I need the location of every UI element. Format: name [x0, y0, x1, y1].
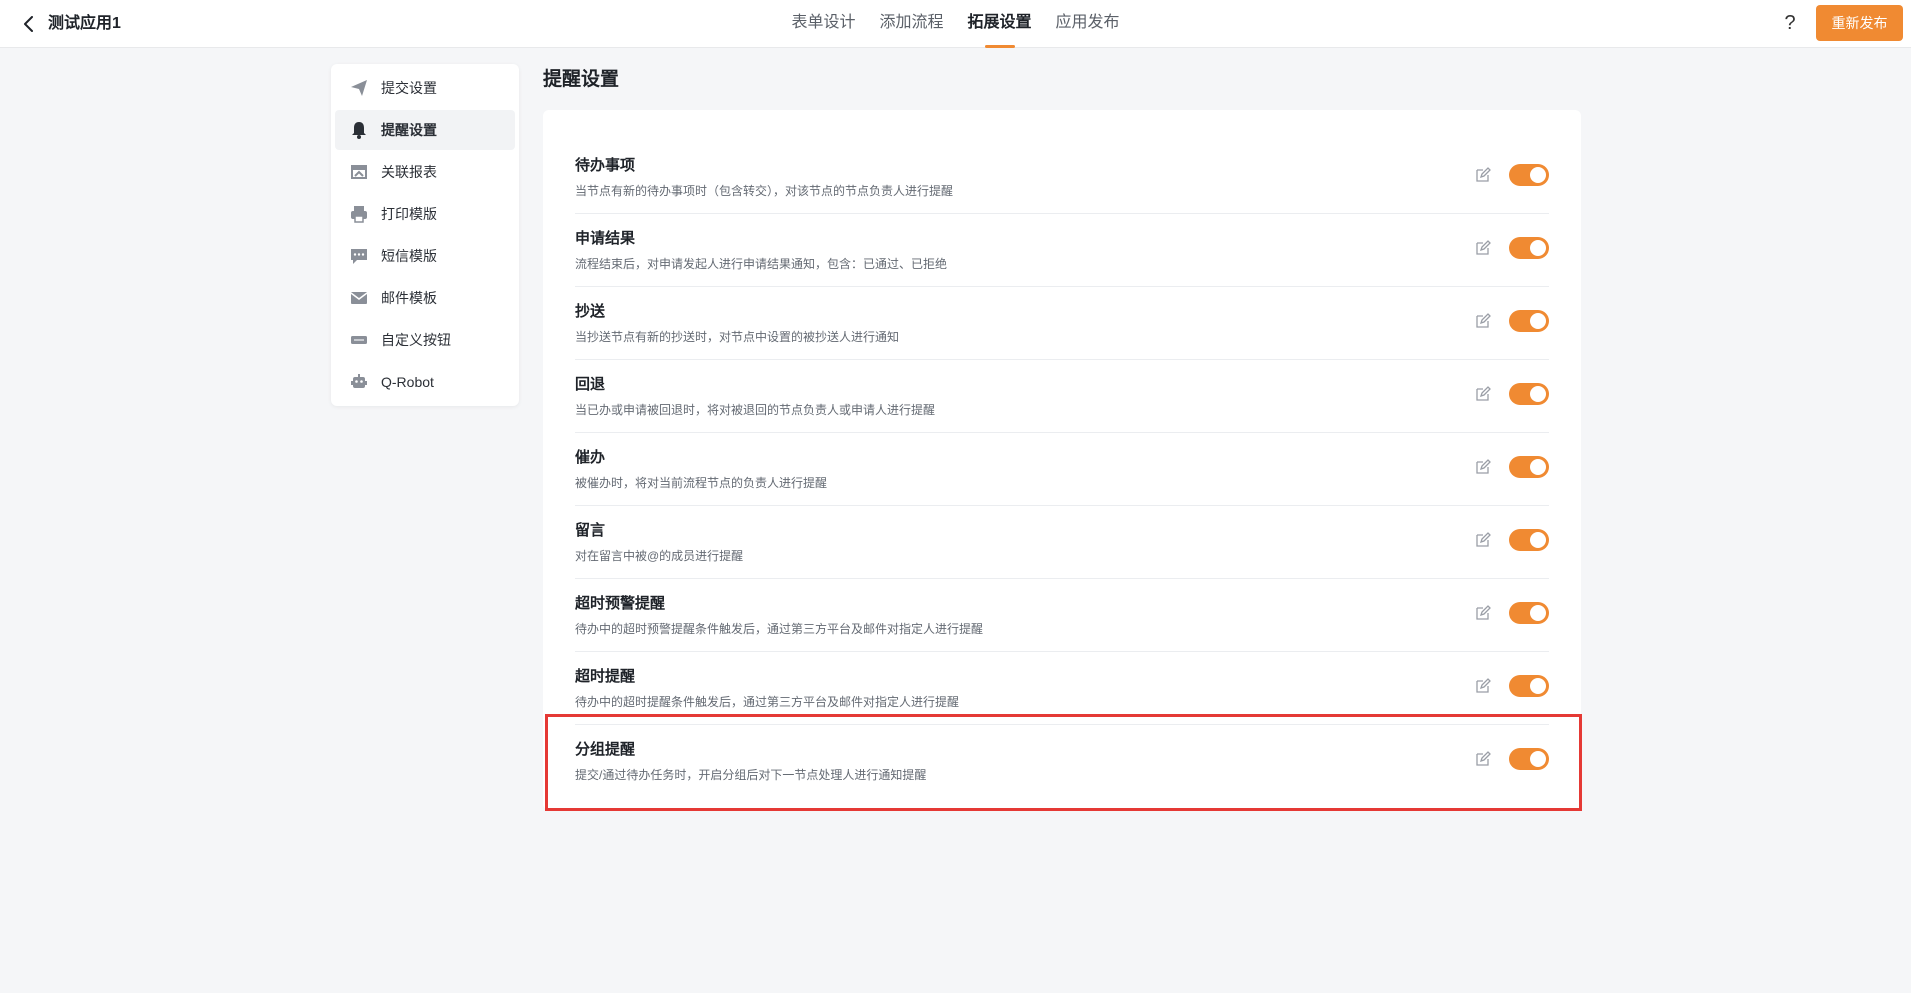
reminder-toggle[interactable]: [1509, 164, 1549, 186]
bell-icon: [349, 120, 369, 140]
reminder-row-comment: 留言 对在留言中被@的成员进行提醒: [575, 506, 1549, 579]
report-icon: [349, 162, 369, 182]
reminder-row-rollback: 回退 当已办或申请被回退时，将对被退回的节点负责人或申请人进行提醒: [575, 360, 1549, 433]
reminder-toggle[interactable]: [1509, 237, 1549, 259]
sidebar-item-reminder-settings[interactable]: 提醒设置: [335, 110, 515, 150]
sidebar-item-label: 提交设置: [381, 80, 437, 96]
back-arrow-icon[interactable]: [18, 13, 40, 35]
edit-icon[interactable]: [1475, 313, 1491, 329]
app-title: 测试应用1: [48, 15, 121, 32]
edit-icon[interactable]: [1475, 678, 1491, 694]
robot-icon: [349, 372, 369, 392]
top-header: 测试应用1 表单设计 添加流程 拓展设置 应用发布 ? 重新发布: [0, 0, 1911, 48]
reminder-list-card: 待办事项 当节点有新的待办事项时（包含转交），对该节点的节点负责人进行提醒 申请…: [543, 110, 1581, 810]
sidebar-item-label: 邮件模板: [381, 290, 437, 306]
edit-icon[interactable]: [1475, 751, 1491, 767]
reminder-toggle[interactable]: [1509, 675, 1549, 697]
edit-icon[interactable]: [1475, 459, 1491, 475]
sms-icon: [349, 246, 369, 266]
mail-icon: [349, 288, 369, 308]
reminder-title: 申请结果: [575, 230, 636, 247]
sidebar-item-linked-reports[interactable]: 关联报表: [335, 152, 515, 192]
sidebar-item-mail-template[interactable]: 邮件模板: [335, 278, 515, 318]
reminder-row-timeout-warning: 超时预警提醒 待办中的超时预警提醒条件触发后，通过第三方平台及邮件对指定人进行提…: [575, 579, 1549, 652]
send-icon: [349, 78, 369, 98]
sidebar-item-label: 关联报表: [381, 164, 437, 180]
tab-app-publish[interactable]: 应用发布: [1044, 0, 1132, 48]
republish-button[interactable]: 重新发布: [1816, 5, 1903, 41]
sidebar-item-sms-template[interactable]: 短信模版: [335, 236, 515, 276]
reminder-row-cc: 抄送 当抄送节点有新的抄送时，对节点中设置的被抄送人进行通知: [575, 287, 1549, 360]
reminder-toggle[interactable]: [1509, 748, 1549, 770]
reminder-toggle[interactable]: [1509, 602, 1549, 624]
reminder-description: 当节点有新的待办事项时（包含转交），对该节点的节点负责人进行提醒: [575, 184, 954, 198]
edit-icon[interactable]: [1475, 386, 1491, 402]
sidebar-item-label: Q-Robot: [381, 374, 434, 390]
reminder-description: 被催办时，将对当前流程节点的负责人进行提醒: [575, 476, 828, 490]
page-title: 提醒设置: [543, 69, 620, 90]
tab-add-process[interactable]: 添加流程: [867, 0, 955, 48]
sidebar-item-label: 自定义按钮: [381, 332, 451, 348]
reminder-description: 当抄送节点有新的抄送时，对节点中设置的被抄送人进行通知: [575, 330, 900, 344]
sidebar-item-print-template[interactable]: 打印模版: [335, 194, 515, 234]
reminder-row-todo: 待办事项 当节点有新的待办事项时（包含转交），对该节点的节点负责人进行提醒: [575, 141, 1549, 214]
edit-icon[interactable]: [1475, 240, 1491, 256]
settings-sidebar: 提交设置 提醒设置 关联报表 打印模版 短信模版 邮件模板 自定义按钮 Q-Ro…: [331, 64, 519, 406]
reminder-row-application-result: 申请结果 流程结束后，对申请发起人进行申请结果通知，包含：已通过、已拒绝: [575, 214, 1549, 287]
reminder-toggle[interactable]: [1509, 383, 1549, 405]
reminder-title: 抄送: [575, 303, 606, 320]
reminder-description: 提交/通过待办任务时，开启分组后对下一节点处理人进行通知提醒: [575, 768, 927, 782]
sidebar-item-q-robot[interactable]: Q-Robot: [335, 362, 515, 402]
edit-icon[interactable]: [1475, 532, 1491, 548]
reminder-title: 留言: [575, 522, 606, 539]
reminder-title: 分组提醒: [575, 741, 636, 758]
reminder-toggle[interactable]: [1509, 310, 1549, 332]
tab-extension-settings[interactable]: 拓展设置: [956, 0, 1044, 48]
reminder-title: 待办事项: [575, 157, 636, 174]
reminder-row-group: 分组提醒 提交/通过待办任务时，开启分组后对下一节点处理人进行通知提醒: [575, 725, 1549, 798]
reminder-description: 待办中的超时预警提醒条件触发后，通过第三方平台及邮件对指定人进行提醒: [575, 622, 984, 636]
sidebar-item-label: 打印模版: [381, 206, 437, 222]
reminder-row-urge: 催办 被催办时，将对当前流程节点的负责人进行提醒: [575, 433, 1549, 506]
sidebar-item-label: 提醒设置: [381, 122, 437, 138]
reminder-title: 回退: [575, 376, 606, 393]
reminder-description: 当已办或申请被回退时，将对被退回的节点负责人或申请人进行提醒: [575, 403, 936, 417]
reminder-row-timeout: 超时提醒 待办中的超时提醒条件触发后，通过第三方平台及邮件对指定人进行提醒: [575, 652, 1549, 725]
reminder-toggle[interactable]: [1509, 529, 1549, 551]
edit-icon[interactable]: [1475, 605, 1491, 621]
reminder-title: 超时预警提醒: [575, 595, 666, 612]
top-tabs: 表单设计 添加流程 拓展设置 应用发布: [0, 0, 1911, 48]
sidebar-item-submit-settings[interactable]: 提交设置: [335, 68, 515, 108]
reminder-description: 待办中的超时提醒条件触发后，通过第三方平台及邮件对指定人进行提醒: [575, 695, 960, 709]
reminder-description: 对在留言中被@的成员进行提醒: [575, 549, 744, 563]
printer-icon: [349, 204, 369, 224]
reminder-toggle[interactable]: [1509, 456, 1549, 478]
sidebar-item-label: 短信模版: [381, 248, 437, 264]
tab-form-design[interactable]: 表单设计: [779, 0, 867, 48]
reminder-description: 流程结束后，对申请发起人进行申请结果通知，包含：已通过、已拒绝: [575, 257, 948, 271]
reminder-title: 催办: [575, 449, 606, 466]
help-icon[interactable]: ?: [1778, 11, 1802, 35]
button-icon: [349, 330, 369, 350]
reminder-title: 超时提醒: [575, 668, 636, 685]
edit-icon[interactable]: [1475, 167, 1491, 183]
sidebar-item-custom-button[interactable]: 自定义按钮: [335, 320, 515, 360]
